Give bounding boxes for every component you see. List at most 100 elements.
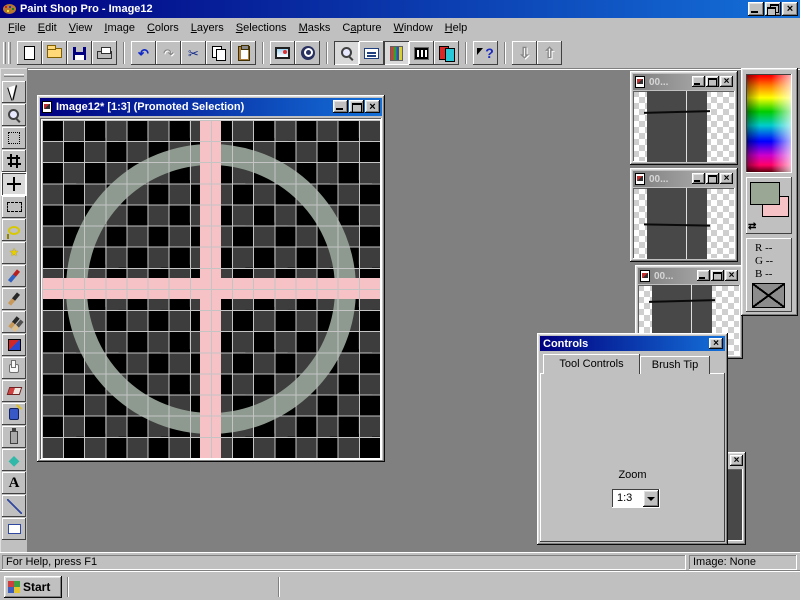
color-spectrum[interactable] <box>746 74 792 173</box>
image-window-titlebar[interactable]: Image12* [1:3] (Promoted Selection) × <box>40 98 382 116</box>
arrow-up-button[interactable]: ⇧ <box>537 41 562 65</box>
histogram-button[interactable] <box>409 41 434 65</box>
spray-can-icon <box>10 431 18 444</box>
menu-edit[interactable]: Edit <box>32 20 63 36</box>
thumbnail-1-minimize-button[interactable] <box>692 76 705 87</box>
toolbar-grip[interactable] <box>8 42 11 64</box>
taskbar-separator <box>278 577 280 597</box>
browse-button[interactable] <box>295 41 320 65</box>
open-button[interactable] <box>42 41 67 65</box>
text-tool[interactable]: A <box>2 472 26 494</box>
document-icon <box>635 76 645 88</box>
clone-brush-tool[interactable] <box>2 311 26 333</box>
thumbnail-2-maximize-button[interactable] <box>706 173 719 184</box>
canvas-frame <box>40 118 382 460</box>
picture-tube-tool[interactable] <box>2 403 26 425</box>
shape-tool[interactable] <box>2 518 26 540</box>
menu-layers[interactable]: Layers <box>185 20 230 36</box>
print-button[interactable] <box>92 41 117 65</box>
copy-button[interactable] <box>206 41 231 65</box>
controls-close-button[interactable]: × <box>709 338 723 349</box>
paste-button[interactable] <box>231 41 256 65</box>
thumbnail-2-close-button[interactable]: × <box>720 173 733 184</box>
thumbnail-1-title: 00... <box>649 77 668 88</box>
thumbnail-2-minimize-button[interactable] <box>692 173 705 184</box>
palette-grip[interactable] <box>4 74 24 77</box>
swap-colors-icon[interactable]: ⇄ <box>748 221 756 232</box>
save-button[interactable] <box>67 41 92 65</box>
app-minimize-button[interactable] <box>748 2 764 16</box>
thumbnail-window-2: 00... × <box>630 168 738 262</box>
dropper-tool[interactable] <box>2 265 26 287</box>
menu-view[interactable]: View <box>63 20 99 36</box>
arrow-down-button[interactable]: ⇩ <box>512 41 537 65</box>
toolbar-toggle-button[interactable] <box>384 41 409 65</box>
pink-horizontal-band <box>42 278 380 299</box>
image-close-button[interactable]: × <box>365 100 380 113</box>
context-help-button[interactable]: ? <box>473 41 498 65</box>
crop-tool[interactable] <box>2 150 26 172</box>
toolbar-grip[interactable] <box>3 42 6 64</box>
controls-titlebar[interactable]: Controls × <box>540 336 725 351</box>
menu-selections[interactable]: Selections <box>230 20 293 36</box>
image-maximize-button[interactable] <box>349 100 364 113</box>
start-button[interactable]: Start <box>4 576 62 598</box>
menu-window[interactable]: Window <box>388 20 439 36</box>
undo-button[interactable]: ↶ <box>131 41 156 65</box>
windows-flag-icon <box>8 581 20 593</box>
retouch-tool[interactable] <box>2 357 26 379</box>
mover-tool[interactable] <box>2 173 26 195</box>
freehand-tool[interactable] <box>2 219 26 241</box>
zoom-tool[interactable] <box>2 104 26 126</box>
menu-image[interactable]: Image <box>98 20 141 36</box>
thumbnail-3-maximize-button[interactable] <box>711 270 724 281</box>
menu-colors[interactable]: Colors <box>141 20 185 36</box>
flood-fill-tool[interactable]: ◆ <box>2 449 26 471</box>
fullscreen-preview-button[interactable] <box>270 41 295 65</box>
cut-button[interactable]: ✂ <box>181 41 206 65</box>
menu-file[interactable]: File <box>2 20 32 36</box>
menu-help[interactable]: Help <box>439 20 474 36</box>
image-window: Image12* [1:3] (Promoted Selection) × <box>37 95 385 462</box>
eraser-tool[interactable] <box>2 380 26 402</box>
histogram-icon <box>414 47 429 60</box>
redo-button[interactable]: ↷ <box>156 41 181 65</box>
color-replacer-tool[interactable] <box>2 334 26 356</box>
thumbnail-1-canvas[interactable] <box>633 91 735 162</box>
image-canvas[interactable] <box>42 120 380 458</box>
image-minimize-button[interactable] <box>333 100 348 113</box>
normal-viewing-button[interactable] <box>359 41 384 65</box>
magnifier-icon <box>339 45 355 61</box>
thumbnail-3-minimize-button[interactable] <box>697 270 710 281</box>
zoom-combobox[interactable]: 1:3 <box>612 489 660 508</box>
selection-tool[interactable] <box>2 196 26 218</box>
tab-tool-controls[interactable]: Tool Controls <box>543 354 640 374</box>
new-button[interactable] <box>17 41 42 65</box>
arrow-tool[interactable] <box>2 81 26 103</box>
paintbrush-icon <box>8 292 20 305</box>
line-tool[interactable] <box>2 495 26 517</box>
app-restore-button[interactable] <box>765 2 781 16</box>
thumbnail-1-titlebar[interactable]: 00... × <box>633 74 735 90</box>
menu-masks[interactable]: Masks <box>293 20 337 36</box>
hidden-window-close-button[interactable]: × <box>730 455 743 466</box>
color-swatches-icon <box>439 46 455 61</box>
zoom-button[interactable] <box>334 41 359 65</box>
airbrush-tool[interactable] <box>2 426 26 448</box>
foreground-color-swatch[interactable] <box>750 182 780 205</box>
copy-pages-icon <box>211 45 227 61</box>
thumbnail-3-titlebar[interactable]: 00... × <box>638 268 740 284</box>
thumbnail-1-maximize-button[interactable] <box>706 76 719 87</box>
tab-brush-tip[interactable]: Brush Tip <box>640 356 710 374</box>
paintbrush-tool[interactable] <box>2 288 26 310</box>
magic-wand-tool[interactable]: ★ <box>2 242 26 264</box>
color-dialog-button[interactable] <box>434 41 459 65</box>
thumbnail-2-canvas[interactable] <box>633 188 735 259</box>
thumbnail-2-titlebar[interactable]: 00... × <box>633 171 735 187</box>
deformation-tool[interactable] <box>2 127 26 149</box>
app-close-button[interactable]: × <box>782 2 798 16</box>
zoom-dropdown-button[interactable] <box>643 490 659 507</box>
thumbnail-1-close-button[interactable]: × <box>720 76 733 87</box>
menu-capture[interactable]: Capture <box>336 20 387 36</box>
thumbnail-3-close-button[interactable]: × <box>725 270 738 281</box>
